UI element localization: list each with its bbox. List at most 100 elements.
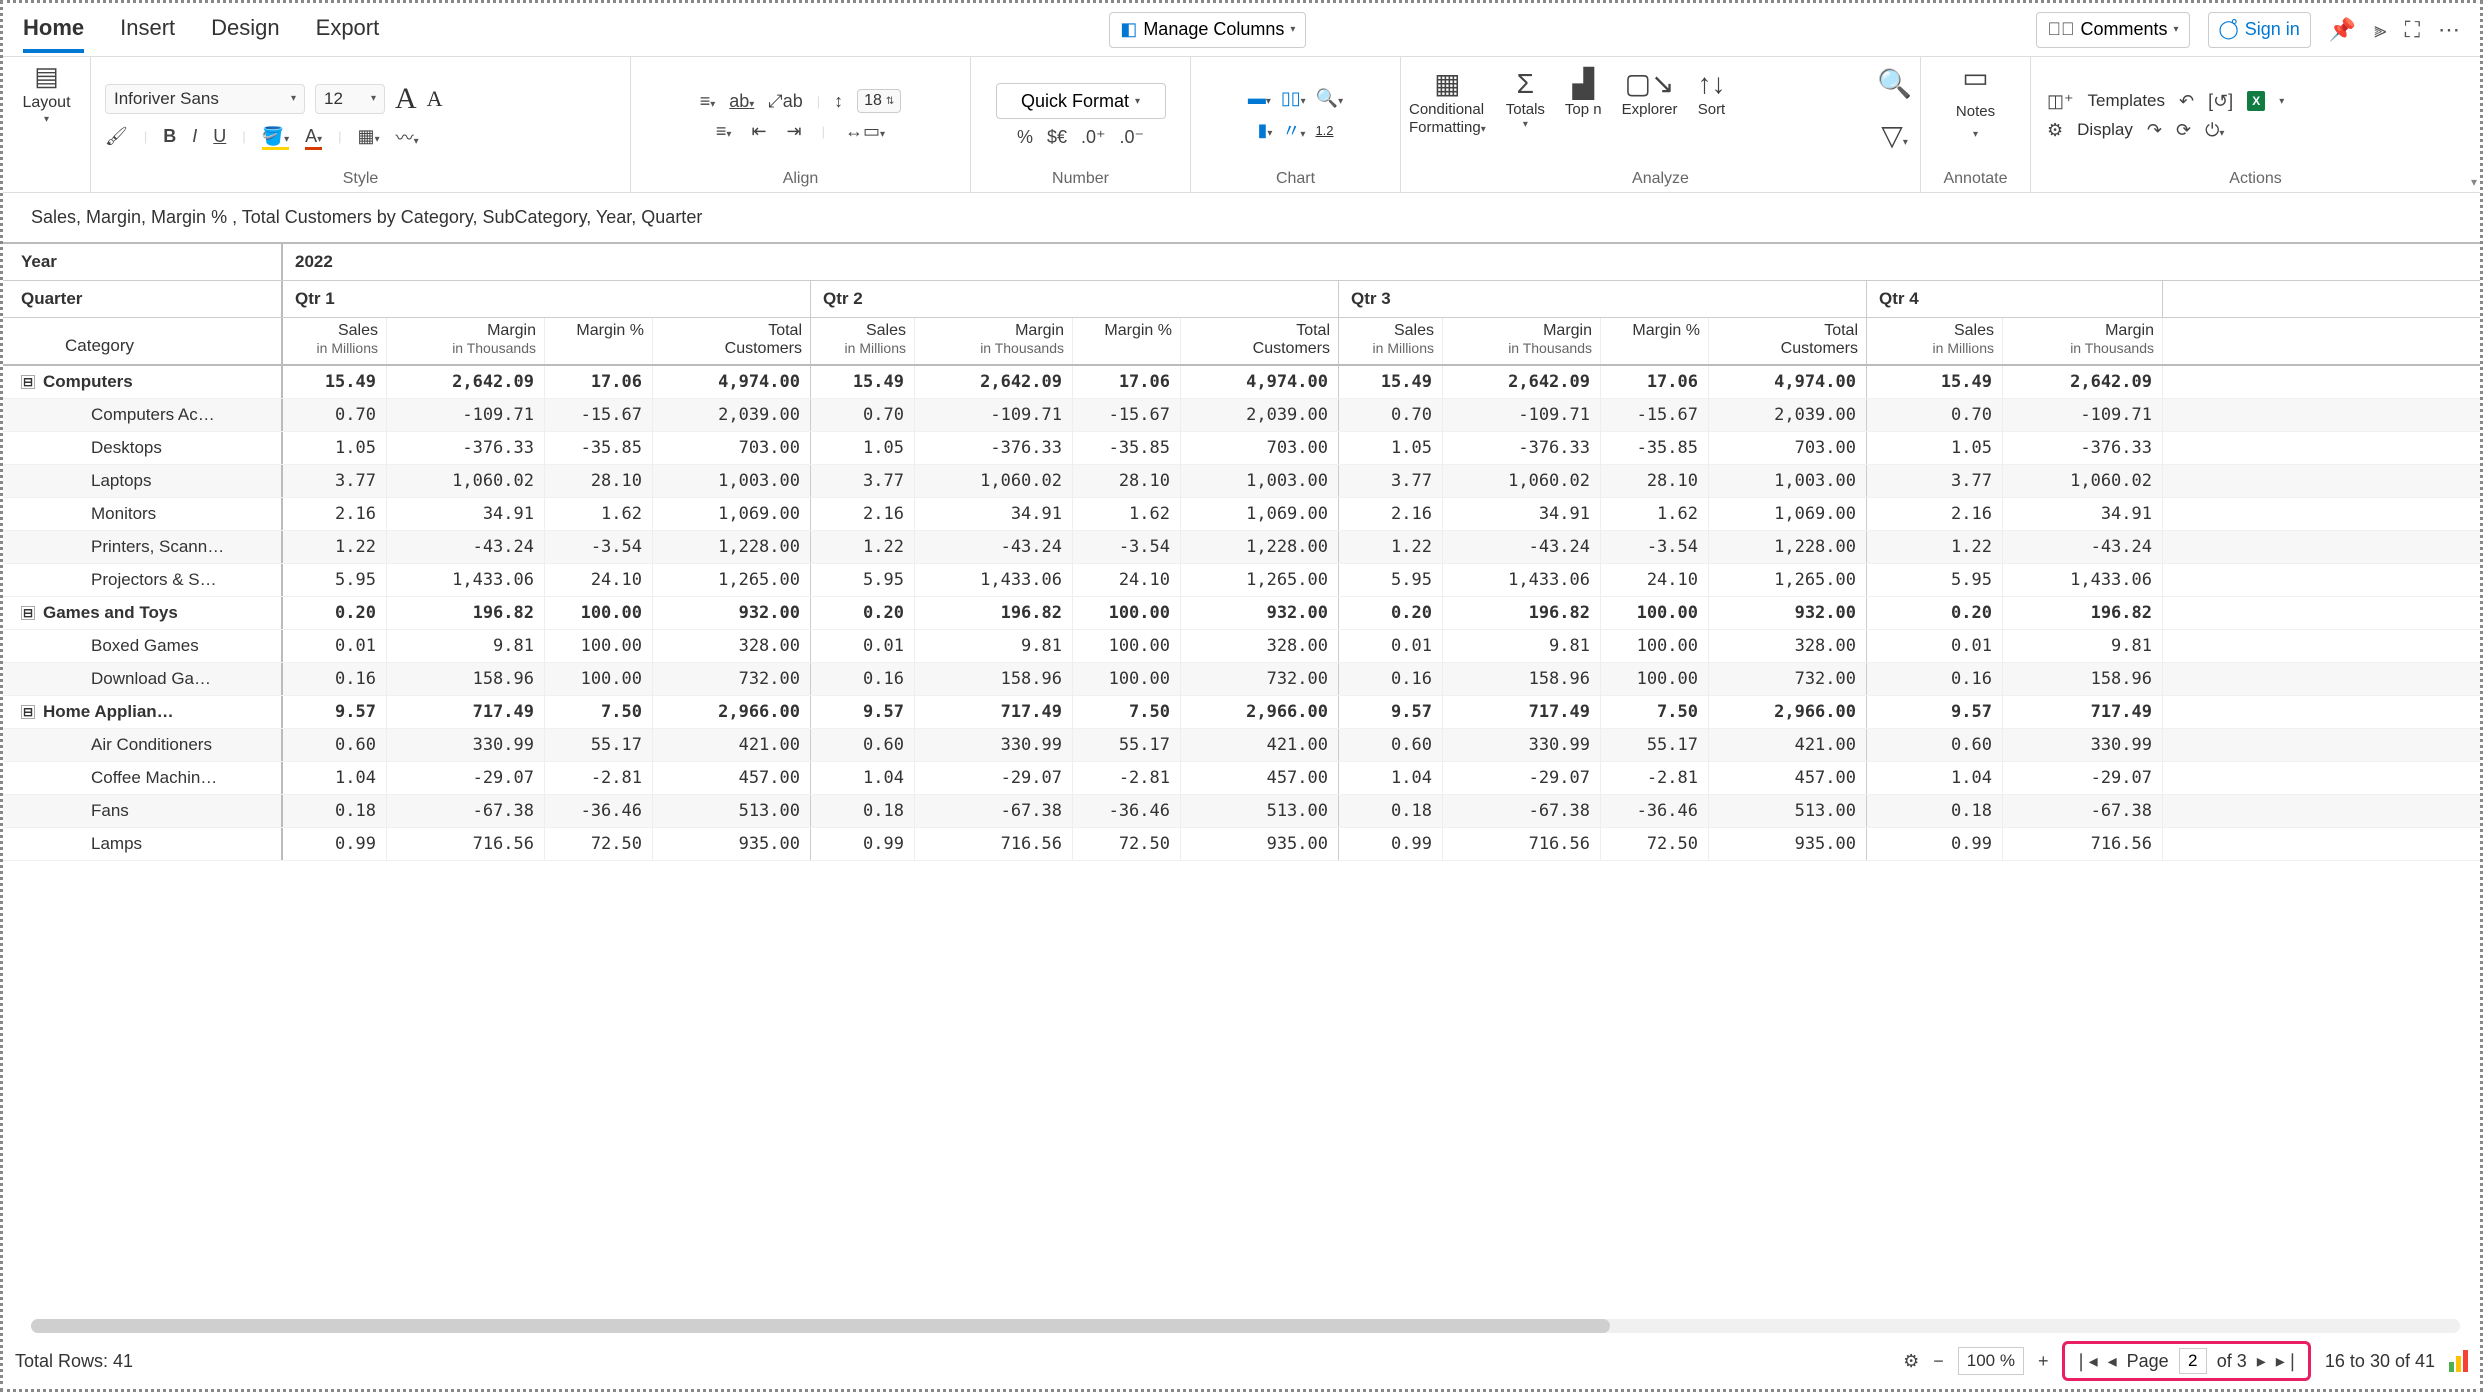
- quick-format-button[interactable]: Quick Format ▾: [996, 83, 1166, 119]
- manage-columns-button[interactable]: ◧ Manage Columns ▾: [1109, 12, 1306, 48]
- row-label[interactable]: Laptops: [3, 465, 283, 497]
- first-page-icon[interactable]: ❘◂: [2073, 1351, 2097, 1372]
- decrease-indent-icon[interactable]: ⇤: [751, 121, 766, 142]
- row-label[interactable]: ⊟Games and Toys: [3, 597, 283, 629]
- row-label[interactable]: Printers, Scann…: [3, 531, 283, 563]
- layout-icon[interactable]: ▤: [34, 61, 59, 92]
- chevron-down-icon[interactable]: ▾: [44, 114, 49, 125]
- collapse-icon[interactable]: ⊟: [21, 375, 35, 389]
- increase-decimal-icon[interactable]: .0⁺: [1081, 127, 1106, 148]
- decrease-decimal-icon[interactable]: .0⁻: [1120, 127, 1145, 148]
- row-label[interactable]: Projectors & S…: [3, 564, 283, 596]
- settings-gear-icon[interactable]: ⚙: [1903, 1351, 1919, 1372]
- row-label[interactable]: Boxed Games: [3, 630, 283, 662]
- expand-ribbon-icon[interactable]: ▾: [2471, 175, 2477, 189]
- more-icon[interactable]: ⋯: [2438, 17, 2460, 43]
- next-page-icon[interactable]: ▸: [2257, 1351, 2266, 1372]
- column-chart-icon[interactable]: ▮▾: [1257, 120, 1272, 141]
- currency-icon[interactable]: $€: [1047, 127, 1067, 148]
- filter-button[interactable]: 🔍 ▽▾: [1877, 67, 1912, 152]
- wrap-text-icon[interactable]: ab▾: [729, 91, 754, 112]
- bar-chart-icon[interactable]: ▬▾: [1248, 88, 1271, 109]
- zoom-out-icon[interactable]: −: [1933, 1351, 1944, 1372]
- row-label[interactable]: Monitors: [3, 498, 283, 530]
- increase-font-icon[interactable]: A: [395, 82, 417, 116]
- borders-icon[interactable]: ▦▾: [358, 126, 380, 147]
- chevron-down-icon[interactable]: ▾: [2279, 96, 2284, 107]
- pin-icon[interactable]: 📌: [2329, 17, 2356, 43]
- totals-button[interactable]: Σ Totals ▾: [1506, 67, 1545, 131]
- chart-zoom-icon[interactable]: 🔍▾: [1316, 88, 1343, 109]
- row-label[interactable]: Air Conditioners: [3, 729, 283, 761]
- underline-icon[interactable]: U: [213, 126, 226, 147]
- focus-mode-icon[interactable]: ⛶: [2405, 17, 2420, 43]
- scrollbar-thumb[interactable]: [31, 1319, 1610, 1333]
- tab-export[interactable]: Export: [316, 7, 380, 53]
- bold-icon[interactable]: B: [163, 126, 176, 147]
- chart-group-label: Chart: [1276, 170, 1315, 192]
- chart-scale-value[interactable]: 1.2: [1315, 123, 1333, 138]
- redo-icon[interactable]: ↷: [2147, 120, 2162, 141]
- row-height-stepper[interactable]: 18 ⇅: [857, 89, 901, 113]
- prev-page-icon[interactable]: ◂: [2108, 1351, 2117, 1372]
- row-label[interactable]: Fans: [3, 795, 283, 827]
- font-family-select[interactable]: Inforiver Sans ▾: [105, 84, 305, 114]
- collapse-icon[interactable]: ⊟: [21, 705, 35, 719]
- v-align-icon[interactable]: ≡▾: [716, 121, 732, 142]
- italic-icon[interactable]: I: [192, 126, 197, 147]
- page-input[interactable]: [2179, 1348, 2207, 1374]
- format-painter-icon[interactable]: 🖌: [105, 126, 128, 147]
- sign-in-button[interactable]: ◯̊ Sign in: [2208, 12, 2311, 48]
- row-label[interactable]: Desktops: [3, 432, 283, 464]
- power-icon[interactable]: ⏻▾: [2205, 120, 2224, 141]
- tab-insert[interactable]: Insert: [120, 7, 175, 53]
- explorer-button[interactable]: ▢↘ Explorer: [1622, 67, 1678, 119]
- line-chart-icon[interactable]: 〃▾: [1282, 117, 1305, 143]
- notes-button[interactable]: ▭ Notes ▾: [1956, 61, 1995, 170]
- gear-icon[interactable]: ⚙: [2047, 120, 2063, 141]
- row-label[interactable]: ⊟Home Applian…: [3, 696, 283, 728]
- row-label[interactable]: ⊟Computers: [3, 366, 283, 398]
- year-row: Year 2022: [3, 242, 2480, 281]
- comments-button[interactable]: ✎⃝ Comments ▾: [2036, 12, 2189, 48]
- reset-icon[interactable]: [↺]: [2208, 91, 2233, 112]
- stacked-chart-icon[interactable]: ▯▯▾: [1281, 88, 1306, 109]
- last-page-icon[interactable]: ▸❘: [2276, 1351, 2300, 1372]
- data-grid: ⊟Computers15.492,642.0917.064,974.0015.4…: [3, 366, 2480, 861]
- fill-color-icon[interactable]: 🪣▾: [262, 126, 289, 147]
- zoom-in-icon[interactable]: +: [2038, 1351, 2049, 1372]
- row-label[interactable]: Coffee Machin…: [3, 762, 283, 794]
- decrease-font-icon[interactable]: A: [427, 86, 443, 112]
- data-cell: 0.01: [283, 630, 387, 662]
- refresh-icon[interactable]: ⟳: [2176, 120, 2191, 141]
- tab-design[interactable]: Design: [211, 7, 279, 53]
- row-label[interactable]: Lamps: [3, 828, 283, 860]
- undo-icon[interactable]: ↶: [2179, 91, 2194, 112]
- font-size-select[interactable]: 12 ▾: [315, 84, 385, 114]
- h-scrollbar[interactable]: [31, 1319, 2460, 1333]
- increase-indent-icon[interactable]: ⇥: [787, 121, 802, 142]
- collapse-icon[interactable]: ⊟: [21, 606, 35, 620]
- h-align-icon[interactable]: ≡▾: [700, 91, 716, 112]
- sort-button[interactable]: ↑↓ Sort: [1697, 67, 1725, 119]
- annotate-group-label: Annotate: [1943, 170, 2007, 192]
- excel-icon[interactable]: X: [2247, 91, 2265, 111]
- template-add-icon[interactable]: ◫⁺: [2047, 91, 2074, 112]
- percent-icon[interactable]: %: [1017, 127, 1033, 148]
- autofit-icon[interactable]: ↔▭▾: [845, 121, 885, 142]
- line-style-icon[interactable]: 〰▾: [396, 124, 419, 150]
- conditional-formatting-button[interactable]: ▦ ConditionalFormatting▾: [1409, 67, 1486, 137]
- row-label[interactable]: Computers Ac…: [3, 399, 283, 431]
- templates-label[interactable]: Templates: [2088, 91, 2165, 111]
- orientation-icon[interactable]: ⤢ab: [768, 91, 802, 112]
- funnel-icon[interactable]: ▽▾: [1881, 119, 1908, 153]
- tab-home[interactable]: Home: [23, 7, 84, 53]
- filter-icon[interactable]: ⫸: [2374, 17, 2386, 43]
- display-label[interactable]: Display: [2077, 120, 2133, 140]
- topn-button[interactable]: ▟ Top n: [1565, 67, 1602, 119]
- chart-mode-icon[interactable]: [2449, 1350, 2468, 1372]
- row-label[interactable]: Download Ga…: [3, 663, 283, 695]
- data-cell: 100.00: [1601, 597, 1709, 629]
- data-cell: 1,433.06: [1443, 564, 1601, 596]
- font-color-icon[interactable]: A▾: [305, 126, 322, 147]
